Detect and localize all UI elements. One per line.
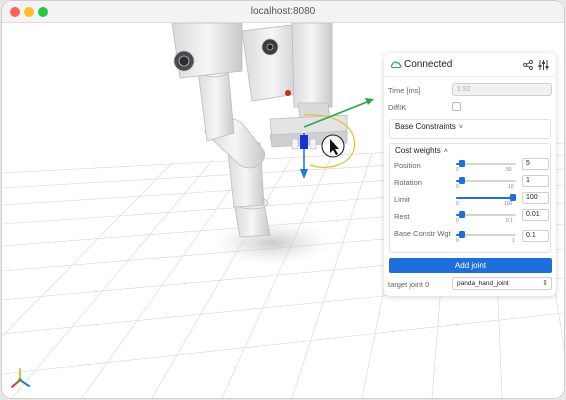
rest-slider[interactable] [456,211,516,218]
chevron-down-icon: ˅ [458,124,464,131]
rest-slider-row: Rest 0 0.1 0.01 [394,209,549,225]
position-slider[interactable] [456,160,516,167]
window-title: localhost:8080 [250,6,316,17]
rotation-input[interactable]: 1 [522,175,549,187]
slider-label: Rotation [394,178,422,187]
time-field: 2.92 [452,83,552,96]
slider-min: 0 [456,238,459,244]
share-icon[interactable] [523,60,533,70]
slider-fill [456,197,516,199]
base-constraints-toggle[interactable]: Base Constraints ˅ [395,122,463,131]
axes-triad [11,368,30,388]
slider-min: 0 [456,167,459,173]
cursor-indicator [321,134,345,158]
rotation-slider-row: Rotation 0 10 1 [394,175,549,191]
target-joint-value: panda_hand_joint [457,280,509,287]
rest-input[interactable]: 0.01 [522,209,549,221]
target-joint-select[interactable]: panda_hand_joint ⇕ [452,277,552,290]
robot-shadow [212,221,332,265]
diffik-label: DiffIK [388,103,407,112]
title-bar: localhost:8080 [2,1,564,23]
slider-min: 0 [456,201,459,207]
slider-label: Base Constr Wgt [394,229,451,238]
base-constr-wgt-slider[interactable] [456,231,516,238]
slider-max: 1 [512,238,515,244]
slider-handle[interactable] [510,194,516,201]
diffik-checkbox[interactable] [452,102,461,111]
robot-arm[interactable] [171,23,348,238]
sliders-icon[interactable] [538,59,549,71]
diffik-row: DiffIK [388,100,552,114]
slider-min: 0 [456,218,459,224]
browser-window: localhost:8080 Connected Time [ms] 2.92 … [2,1,564,398]
slider-min: 0 [456,184,459,190]
time-label: Time [ms] [388,86,421,95]
base-constr-wgt-input[interactable]: 0.1 [522,230,549,242]
limit-slider[interactable] [456,194,516,201]
slider-handle[interactable] [459,231,465,238]
cost-weights-toggle[interactable]: Cost weights ˄ [395,146,448,155]
add-joint-button[interactable]: Add joint [389,258,552,273]
select-arrows-icon: ⇕ [542,280,548,287]
slider-handle[interactable] [459,211,465,218]
slider-label: Rest [394,212,410,221]
3d-viewport[interactable]: Connected Time [ms] 2.92 DiffIK Base Con… [2,23,564,398]
panel-header: Connected [384,53,556,77]
slider-handle[interactable] [459,160,465,167]
limit-input[interactable]: 100 [522,192,549,204]
ik-control-panel: Connected Time [ms] 2.92 DiffIK Base Con… [384,53,556,296]
slider-max: 50 [506,167,512,173]
connection-status: Connected [404,59,453,70]
target-joint-row: target joint 0 panda_hand_joint ⇕ [388,277,552,291]
chevron-up-icon: ˄ [443,148,448,155]
slider-max: 10 [508,184,514,190]
slider-label: Limit [394,195,410,204]
cloud-icon [390,61,402,69]
position-input[interactable]: 5 [522,158,549,170]
base-constr-wgt-slider-row: Base Constr Wgt 0 1 0.1 [394,226,549,250]
cost-weights-title: Cost weights [395,146,441,155]
target-joint-label: target joint 0 [388,280,430,289]
time-row: Time [ms] 2.92 [388,83,552,97]
limit-slider-row: Limit 0 100 100 [394,192,549,208]
position-slider-row: Position 0 50 5 [394,158,549,174]
rotation-slider[interactable] [456,177,516,184]
cost-weights-section: Cost weights ˄ Position 0 50 5 Rotation 0… [389,143,551,253]
slider-handle[interactable] [459,177,465,184]
base-constraints-section[interactable]: Base Constraints ˅ [389,119,551,139]
slider-max: 100 [504,201,513,207]
base-constraints-title: Base Constraints [395,122,456,131]
slider-label: Position [394,161,421,170]
slider-max: 0.1 [506,218,513,224]
